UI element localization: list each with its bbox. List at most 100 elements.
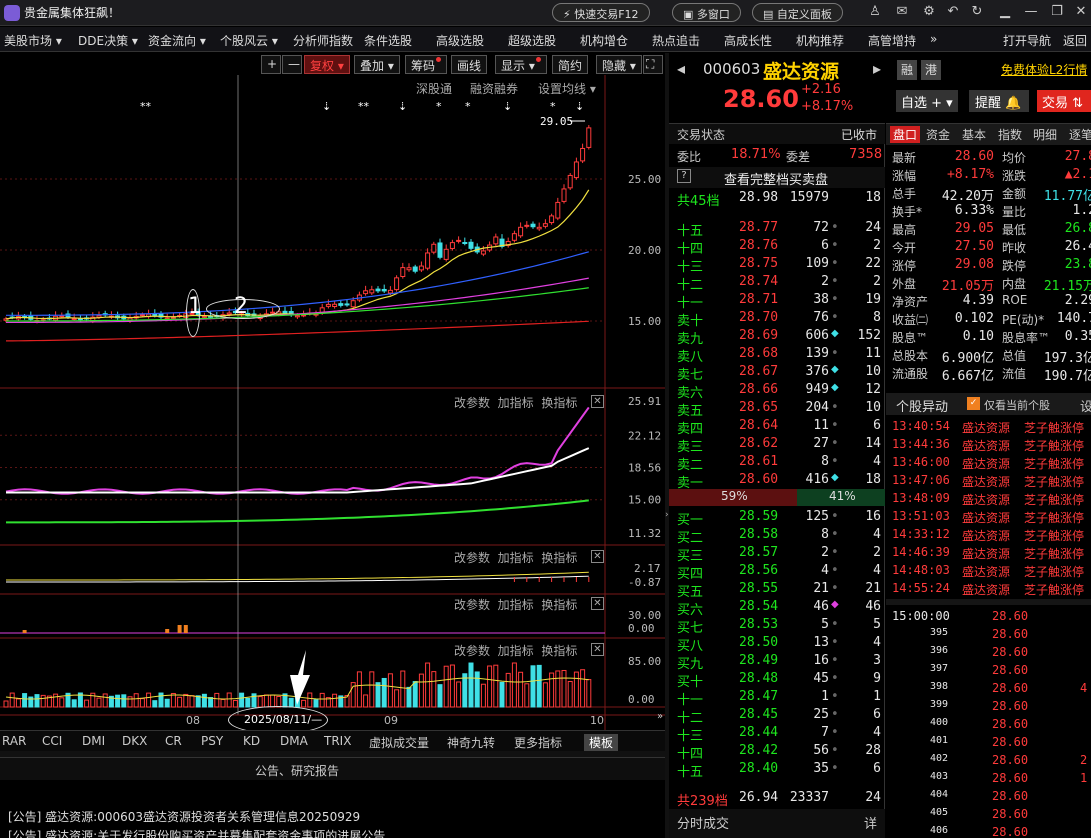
yidong-stock[interactable]: 盛达资源	[962, 491, 1010, 508]
menu-stock-news[interactable]: 个股风云 ▾	[220, 32, 278, 49]
zoom-in-button[interactable]: +	[261, 55, 281, 74]
sell-level-price[interactable]: 28.61	[739, 454, 778, 469]
buy-level-price[interactable]: 28.58	[739, 527, 778, 542]
tab-dkx[interactable]: DKX	[122, 734, 147, 748]
tab-td9[interactable]: 神奇九转	[447, 734, 495, 751]
buy-level-price[interactable]: 28.50	[739, 635, 778, 650]
tab-dma[interactable]: DMA	[280, 734, 308, 748]
yidong-settings[interactable]: 设	[1080, 396, 1091, 415]
custom-panel-button[interactable]: ▤ 自定义面板	[752, 3, 843, 22]
p3-panel-buttons[interactable]: 改参数 加指标 换指标	[454, 549, 577, 566]
buy-level-price[interactable]: 28.42	[739, 743, 778, 758]
fuquan-button[interactable]: 复权 ▾	[304, 55, 350, 74]
close-panel-icon[interactable]: ✕	[591, 597, 604, 610]
buy-total-price[interactable]: 26.94	[739, 790, 778, 805]
sell-level-price[interactable]: 28.77	[739, 220, 778, 235]
overlay-button[interactable]: 叠加 ▾	[354, 55, 400, 74]
menu-institution-add[interactable]: 机构增仓	[580, 32, 628, 49]
sell-level-price[interactable]: 28.74	[739, 274, 778, 289]
trade-button[interactable]: 交易 ⇅	[1037, 90, 1091, 112]
next-stock-icon[interactable]: ▸	[873, 59, 881, 78]
tab-cr[interactable]: CR	[165, 734, 182, 748]
fullscreen-icon[interactable]: ⛶	[643, 55, 663, 74]
buy-level-price[interactable]: 28.54	[739, 599, 778, 614]
menu-exec-buy[interactable]: 高管增持	[868, 32, 916, 49]
yidong-stock[interactable]: 盛达资源	[962, 509, 1010, 526]
p4-panel-buttons[interactable]: 改参数 加指标 换指标	[454, 596, 577, 613]
sell-level-price[interactable]: 28.71	[739, 292, 778, 307]
refresh-icon[interactable]: ↻	[968, 4, 986, 19]
menu-dde[interactable]: DDE决策 ▾	[78, 32, 138, 49]
tab-rar[interactable]: RAR	[2, 734, 26, 748]
news-item[interactable]: [公告] 盛达资源:关于发行股份购买资产并募集配套资金事项的进展公告	[8, 827, 385, 838]
sell-level-price[interactable]: 28.68	[739, 346, 778, 361]
multi-window-button[interactable]: ▣ 多窗口	[672, 3, 741, 22]
tab-kd[interactable]: KD	[243, 734, 260, 748]
sell-level-price[interactable]: 28.75	[739, 256, 778, 271]
buy-level-price[interactable]: 28.55	[739, 581, 778, 596]
margin-link[interactable]: 融资融券	[470, 80, 518, 97]
sell-level-price[interactable]: 28.76	[739, 238, 778, 253]
buy-level-price[interactable]: 28.53	[739, 617, 778, 632]
news-item[interactable]: [公告] 盛达资源:000603盛达资源投资者关系管理信息20250929	[8, 808, 360, 825]
tab-2[interactable]: 基本	[962, 126, 986, 143]
tab-4[interactable]: 明细	[1033, 126, 1057, 143]
open-nav-button[interactable]: 打开导航	[1003, 32, 1051, 49]
close-panel-icon[interactable]: ✕	[591, 395, 604, 408]
hide-button[interactable]: 隐藏 ▾	[596, 55, 642, 74]
menu-super-select[interactable]: 超级选股	[508, 32, 556, 49]
buy-level-price[interactable]: 28.40	[739, 761, 778, 776]
sell-level-price[interactable]: 28.66	[739, 382, 778, 397]
tab-cci[interactable]: CCI	[42, 734, 62, 748]
menu-us-market[interactable]: 美股市场 ▾	[4, 32, 62, 49]
close-icon[interactable]: ✕	[1072, 4, 1090, 19]
menu-institution-recommend[interactable]: 机构推荐	[796, 32, 844, 49]
sell-level-price[interactable]: 28.69	[739, 328, 778, 343]
sell-level-price[interactable]: 28.62	[739, 436, 778, 451]
buy-level-price[interactable]: 28.56	[739, 563, 778, 578]
yidong-stock[interactable]: 盛达资源	[962, 563, 1010, 580]
menu-fund-flow[interactable]: 资金流向 ▾	[148, 32, 206, 49]
alert-button[interactable]: 提醒 🔔	[969, 90, 1029, 112]
buy-level-price[interactable]: 28.59	[739, 509, 778, 524]
user-icon[interactable]: ♙	[866, 4, 884, 19]
checkbox-icon[interactable]: ✓	[967, 397, 980, 410]
sell-level-price[interactable]: 28.70	[739, 310, 778, 325]
tab-more-indicators[interactable]: 更多指标	[514, 734, 562, 751]
tab-virtual-volume[interactable]: 虚拟成交量	[369, 734, 429, 751]
sgt-link[interactable]: 深股通	[416, 80, 452, 97]
minimize-mini-icon[interactable]: ▁	[996, 4, 1014, 19]
yidong-stock[interactable]: 盛达资源	[962, 419, 1010, 436]
chips-button[interactable]: 筹码	[405, 55, 448, 74]
tab-3[interactable]: 指数	[998, 126, 1022, 143]
display-button[interactable]: 显示 ▾	[495, 55, 547, 74]
tab-5[interactable]: 逐笔	[1069, 126, 1091, 143]
menu-hotspot[interactable]: 热点追击	[652, 32, 700, 49]
yidong-stock[interactable]: 盛达资源	[962, 473, 1010, 490]
restore-icon[interactable]: ❐	[1048, 4, 1066, 19]
tab-0[interactable]: 盘口	[890, 126, 921, 143]
menu-more[interactable]: »	[930, 32, 937, 46]
headline-ticker[interactable]: 贵金属集体狂飙！	[24, 4, 120, 21]
prev-stock-icon[interactable]: ◂	[677, 59, 685, 78]
quick-trade-button[interactable]: ⚡ 快速交易F12	[552, 3, 650, 22]
yidong-title[interactable]: 个股异动	[896, 396, 948, 415]
ma-setting-link[interactable]: 设置均线 ▾	[538, 80, 596, 97]
p5-panel-buttons[interactable]: 改参数 加指标 换指标	[454, 642, 577, 659]
buy-level-price[interactable]: 28.48	[739, 671, 778, 686]
close-panel-icon[interactable]: ✕	[591, 550, 604, 563]
add-watchlist-button[interactable]: 自选 + ▾	[896, 90, 958, 112]
yidong-stock[interactable]: 盛达资源	[962, 437, 1010, 454]
buy-level-price[interactable]: 28.47	[739, 689, 778, 704]
tab-template[interactable]: 模板	[584, 734, 619, 751]
zoom-out-button[interactable]: —	[282, 55, 302, 74]
menu-advanced-select[interactable]: 高级选股	[436, 32, 484, 49]
yidong-stock[interactable]: 盛达资源	[962, 455, 1010, 472]
yidong-stock[interactable]: 盛达资源	[962, 581, 1010, 598]
tab-1[interactable]: 资金	[926, 126, 950, 143]
draw-line-button[interactable]: 画线	[451, 55, 488, 74]
sell-level-price[interactable]: 28.67	[739, 364, 778, 379]
sell-total-price[interactable]: 28.98	[739, 190, 778, 205]
sell-level-price[interactable]: 28.64	[739, 418, 778, 433]
menu-high-growth[interactable]: 高成长性	[724, 32, 772, 49]
